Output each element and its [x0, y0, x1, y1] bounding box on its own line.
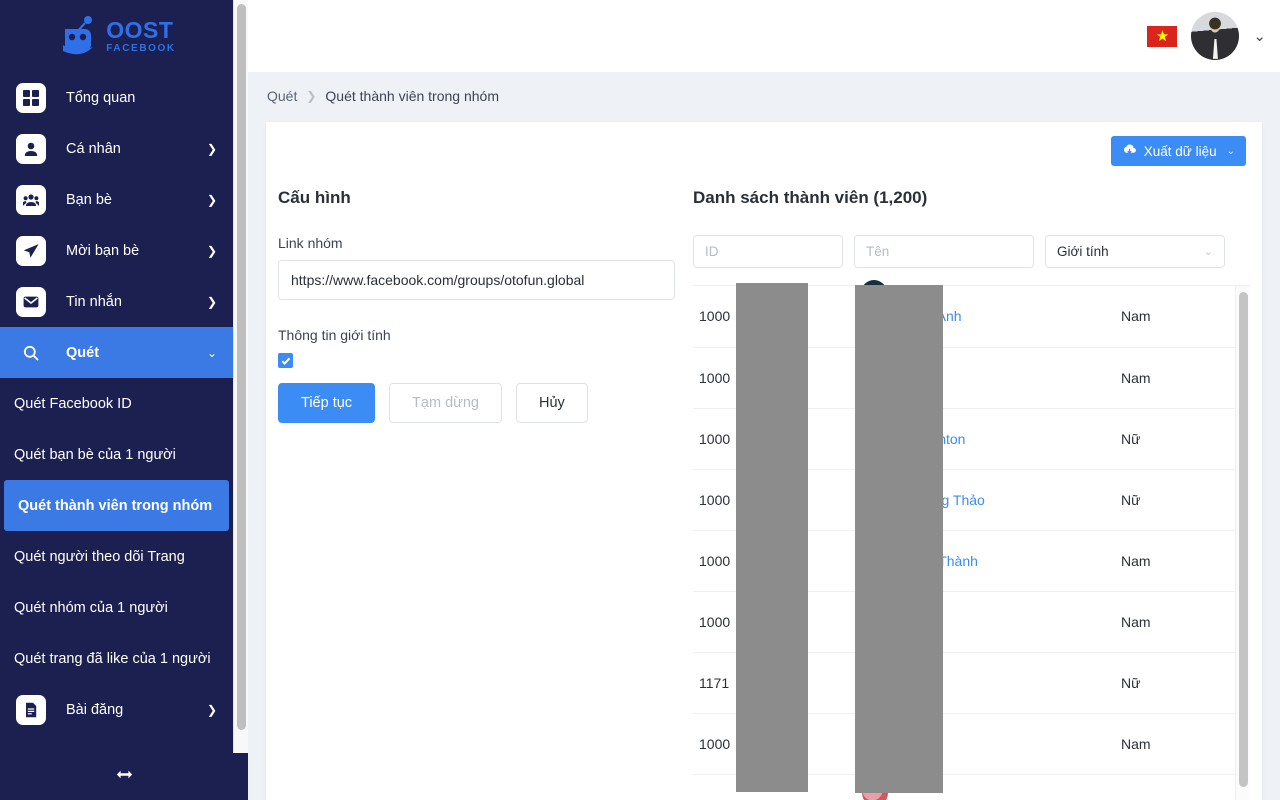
breadcrumb-current: Quét thành viên trong nhóm	[325, 88, 499, 104]
cell-gender: Nam	[1113, 591, 1235, 653]
chevron-right-icon: ❯	[206, 702, 217, 717]
avatar[interactable]	[1191, 12, 1240, 60]
member-filters: Giới tính ⌄	[693, 235, 1262, 268]
sidebar-item-ban-be[interactable]: Bạn bè ❯	[0, 174, 233, 225]
redaction-overlay-name-column	[855, 285, 943, 793]
cell-gender: Nam	[1113, 286, 1235, 348]
grid-icon	[16, 82, 46, 113]
chevron-right-icon: ❯	[206, 243, 217, 258]
sidebar-subitem-quet-ban-be-cua-1-nguoi[interactable]: Quét bạn bè của 1 người	[0, 429, 233, 480]
cell-gender: Nam	[1113, 713, 1235, 775]
collapse-arrows-icon	[116, 766, 133, 788]
sidebar: OOST FACEBOOK Tổng quan Cá nhân ❯ Bạn bè…	[0, 0, 233, 800]
sidebar-subitem-quet-trang-da-like[interactable]: Quét trang đã like của 1 người	[0, 633, 233, 684]
sidebar-item-ca-nhan[interactable]: Cá nhân ❯	[0, 123, 233, 174]
sidebar-subitem-quet-nguoi-theo-doi-trang[interactable]: Quét người theo dõi Trang	[0, 531, 233, 582]
subitem-label: Quét nhóm của 1 người	[14, 599, 168, 616]
cell-gender: Nam	[1113, 347, 1235, 409]
sidebar-item-label: Mời bạn bè	[66, 242, 140, 259]
chevron-down-icon: ⌄	[1203, 246, 1213, 258]
sidebar-item-label: Quét	[66, 344, 100, 361]
subitem-label: Quét Facebook ID	[14, 395, 132, 412]
sidebar-item-quet[interactable]: Quét ⌄	[0, 327, 233, 378]
sidebar-item-label: Tổng quan	[66, 89, 136, 106]
send-icon	[16, 235, 46, 266]
export-data-button[interactable]: Xuất dữ liệu ⌄	[1110, 136, 1246, 166]
gender-info-checkbox[interactable]	[278, 353, 293, 368]
chevron-right-icon: ❯	[206, 192, 217, 207]
sidebar-item-moi-ban-be[interactable]: Mời bạn bè ❯	[0, 225, 233, 276]
chevron-down-icon[interactable]: ⌄	[1253, 27, 1266, 45]
logo-title: OOST	[106, 16, 174, 43]
sidebar-item-tong-quan[interactable]: Tổng quan	[0, 72, 233, 123]
cell-gender: Nữ	[1113, 469, 1235, 531]
flag-star: ★	[1155, 27, 1170, 45]
cell-gender: Nam	[1113, 530, 1235, 592]
member-table-scrollbar[interactable]	[1235, 286, 1250, 800]
chevron-down-icon: ⌄	[1226, 145, 1235, 157]
check-icon	[281, 357, 290, 365]
chevron-right-icon: ❯	[206, 294, 217, 309]
user-icon	[16, 133, 46, 164]
export-button-label: Xuất dữ liệu	[1143, 143, 1217, 159]
sidebar-subitem-quet-nhom-cua-1-nguoi[interactable]: Quét nhóm của 1 người	[0, 582, 233, 633]
group-link-input[interactable]	[278, 260, 675, 300]
filter-name-input[interactable]	[854, 235, 1034, 268]
subitem-label: Quét người theo dõi Trang	[14, 548, 185, 565]
export-toolbar: Xuất dữ liệu ⌄	[266, 122, 1262, 166]
subitem-label: Quét thành viên trong nhóm	[18, 497, 213, 514]
chevron-right-icon: ❯	[306, 89, 317, 103]
sidebar-item-label: Tin nhắn	[66, 293, 122, 310]
app-root: OOST FACEBOOK Tổng quan Cá nhân ❯ Bạn bè…	[0, 0, 1280, 800]
member-table-scrollbar-thumb[interactable]	[1239, 292, 1248, 787]
subitem-label: Quét trang đã like của 1 người	[14, 650, 211, 667]
pause-button[interactable]: Tạm dừng	[389, 383, 502, 423]
sidebar-collapse-button[interactable]	[0, 753, 248, 800]
filter-gender-label: Giới tính	[1057, 244, 1109, 259]
envelope-icon	[16, 286, 46, 317]
cloud-download-icon	[1122, 142, 1137, 160]
filter-gender-select[interactable]: Giới tính ⌄	[1045, 235, 1225, 268]
document-icon	[16, 694, 46, 725]
cell-gender: Nữ	[1113, 408, 1235, 470]
sidebar-item-tin-nhan[interactable]: Tin nhắn ❯	[0, 276, 233, 327]
cell-gender: Nữ	[1113, 652, 1235, 714]
sidebar-subitem-quet-thanh-vien-trong-nhom[interactable]: Quét thành viên trong nhóm	[4, 480, 229, 531]
vietnam-flag-icon[interactable]: ★	[1147, 25, 1178, 47]
boost-robot-icon	[57, 15, 101, 57]
member-list-title: Danh sách thành viên (1,200)	[693, 188, 928, 207]
sidebar-subitem-quet-facebook-id[interactable]: Quét Facebook ID	[0, 378, 233, 429]
config-action-buttons: Tiếp tục Tạm dừng Hủy	[278, 383, 693, 423]
sidebar-item-label: Cá nhân	[66, 140, 121, 157]
app-logo[interactable]: OOST FACEBOOK	[0, 0, 233, 72]
continue-button[interactable]: Tiếp tục	[278, 383, 376, 423]
chevron-down-icon: ⌄	[206, 345, 217, 360]
top-bar: ★ ⌄	[248, 0, 1280, 72]
subitem-label: Quét bạn bè của 1 người	[14, 446, 176, 463]
chevron-right-icon: ❯	[206, 141, 217, 156]
sidebar-item-label: Bạn bè	[66, 191, 112, 208]
sidebar-scrollbar[interactable]	[233, 0, 248, 774]
breadcrumb-root[interactable]: Quét	[267, 88, 297, 104]
config-panel: Cấu hình Link nhóm Thông tin giới tính T…	[278, 166, 693, 800]
sidebar-scrollbar-thumb[interactable]	[237, 4, 246, 730]
sidebar-item-label: Bài đăng	[66, 701, 124, 718]
search-icon	[16, 338, 46, 368]
gender-info-label: Thông tin giới tính	[278, 327, 391, 343]
sidebar-item-bai-dang[interactable]: Bài đăng ❯	[0, 684, 233, 735]
redaction-overlay-id-column	[736, 283, 808, 792]
cell-gender: Nam	[1113, 774, 1235, 800]
logo-subtitle: FACEBOOK	[106, 42, 176, 54]
link-nhom-label: Link nhóm	[278, 235, 343, 251]
cancel-button[interactable]: Hủy	[515, 383, 588, 423]
filter-id-input[interactable]	[693, 235, 843, 268]
config-title: Cấu hình	[278, 188, 351, 207]
users-icon	[16, 184, 46, 215]
breadcrumb: Quét ❯ Quét thành viên trong nhóm	[248, 72, 1280, 120]
